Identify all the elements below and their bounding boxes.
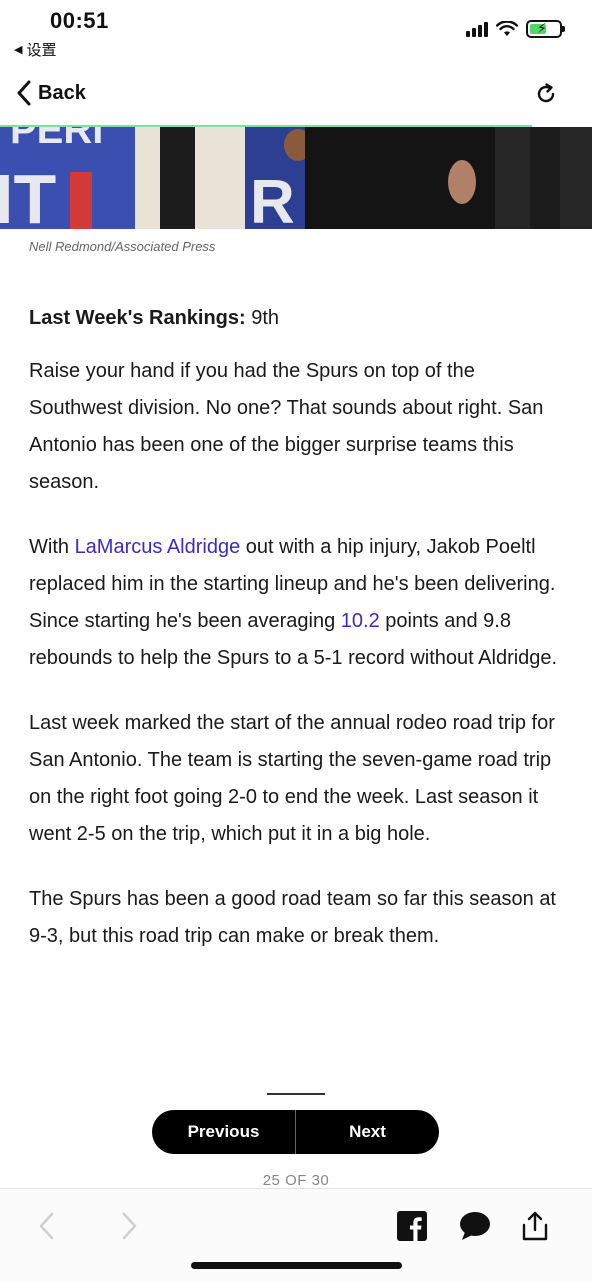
player-link-aldridge[interactable]: LaMarcus Aldridge	[75, 536, 241, 558]
paragraph-1: Raise your hand if you had the Spurs on …	[29, 360, 544, 493]
paragraph-3: Last week marked the start of the annual…	[29, 712, 555, 845]
status-time: 00:51	[50, 8, 109, 33]
status-icons: ⚡	[466, 20, 565, 38]
rankings-value: 9th	[245, 307, 280, 329]
chevron-left-icon	[17, 80, 31, 106]
back-app-label: 设置	[26, 42, 57, 59]
paragraph-2: With LaMarcus Aldridge out with a hip in…	[29, 529, 569, 677]
forward-arrow-icon[interactable]	[112, 1209, 146, 1243]
divider	[267, 1093, 325, 1095]
back-label: Back	[38, 81, 86, 104]
wifi-icon	[496, 21, 518, 36]
rankings-line: Last Week's Rankings: 9th	[29, 300, 569, 337]
navigation-bar: Back	[0, 70, 592, 126]
article-body: Last Week's Rankings: 9th Raise your han…	[29, 300, 569, 983]
charging-bolt-icon: ⚡	[537, 20, 547, 36]
battery-icon: ⚡	[526, 20, 565, 38]
paragraph-4: The Spurs has been a good road team so f…	[29, 888, 556, 947]
slideshow-pager: Previous Next	[152, 1110, 439, 1154]
reload-icon[interactable]	[534, 82, 558, 106]
share-icon[interactable]	[518, 1209, 552, 1243]
comment-icon[interactable]	[458, 1209, 492, 1243]
article-photo: IT PERI R	[0, 127, 592, 229]
home-indicator[interactable]	[191, 1262, 402, 1269]
triangle-left-icon: ◀	[14, 44, 23, 56]
facebook-icon[interactable]	[395, 1209, 429, 1243]
svg-text:R: R	[250, 168, 295, 229]
photo-credit: Nell Redmond/Associated Press	[29, 239, 216, 254]
basketball-player-photo: IT PERI R	[0, 127, 592, 229]
previous-button[interactable]: Previous	[152, 1110, 295, 1154]
svg-text:PERI: PERI	[10, 127, 103, 152]
status-bar: 00:51 ◀ 设置 ⚡	[0, 0, 592, 66]
paragraph-2-text-a: With	[29, 536, 75, 558]
svg-text:IT: IT	[0, 160, 56, 229]
back-arrow-icon[interactable]	[30, 1209, 64, 1243]
back-button[interactable]: Back	[16, 80, 86, 106]
slide-counter: 25 OF 30	[262, 1172, 330, 1189]
back-to-app-link[interactable]: ◀ 设置	[14, 39, 56, 60]
next-button[interactable]: Next	[296, 1110, 439, 1154]
stat-link[interactable]: 10.2	[341, 610, 380, 632]
cellular-signal-icon	[466, 21, 488, 37]
rankings-label: Last Week's Rankings:	[29, 307, 246, 329]
